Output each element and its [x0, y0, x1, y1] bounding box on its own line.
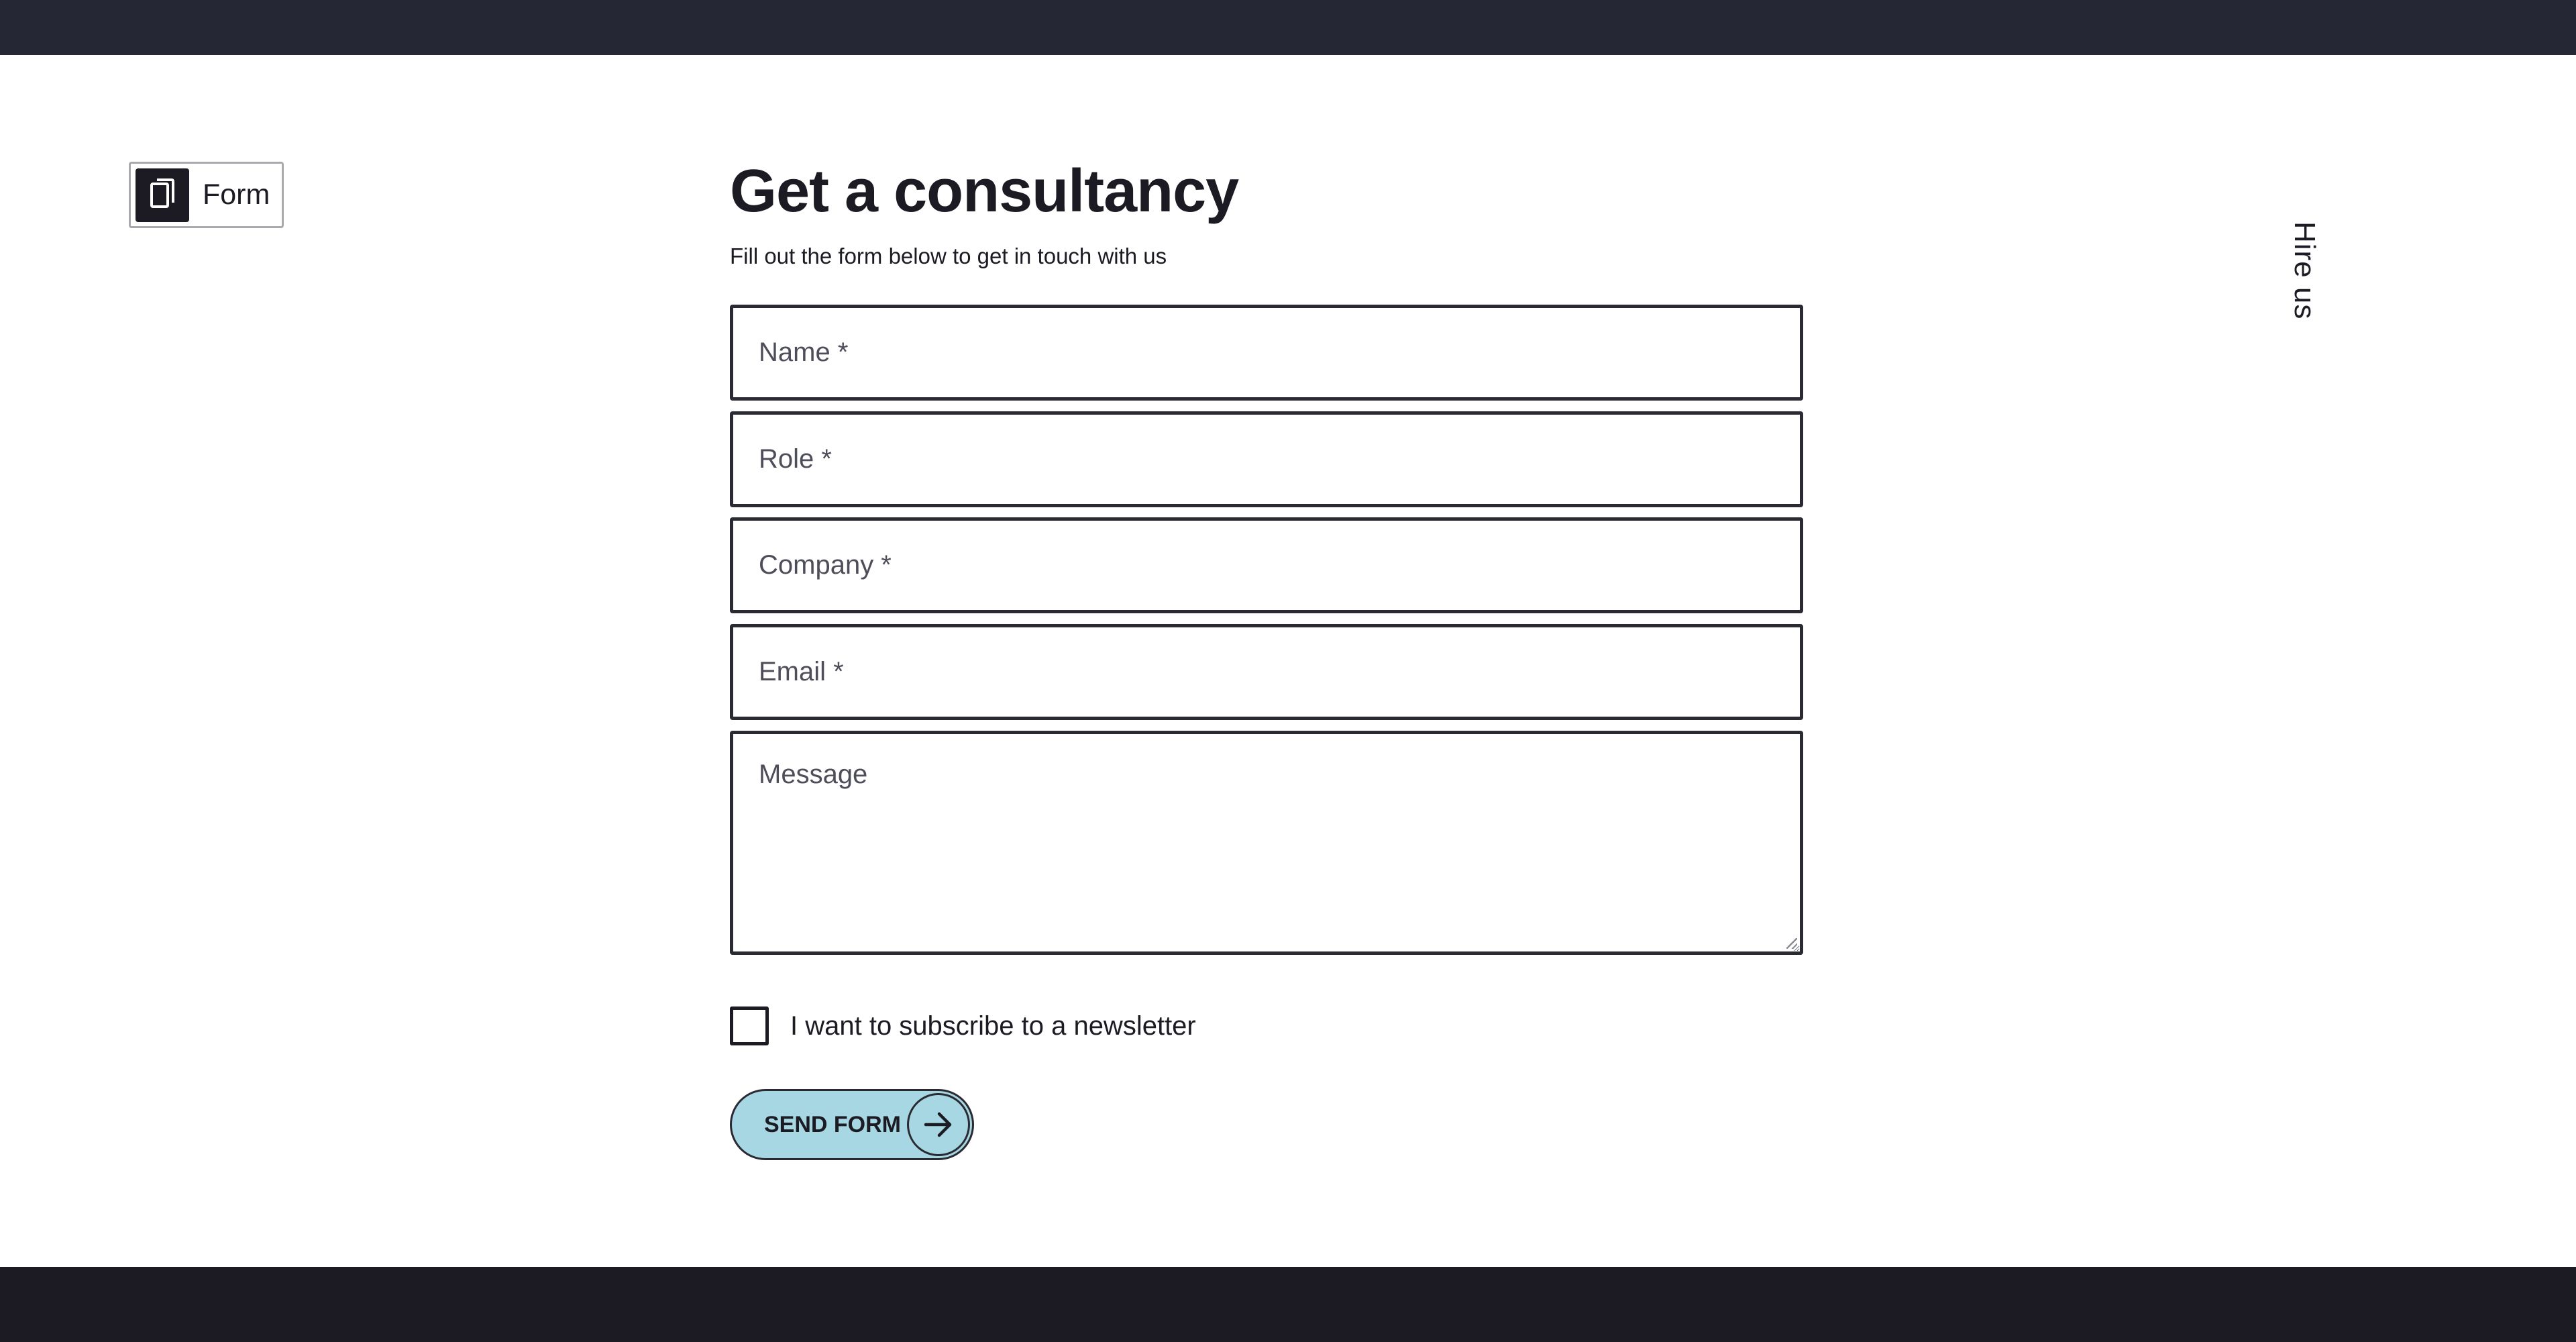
company-input[interactable]: [733, 521, 1800, 610]
newsletter-label: I want to subscribe to a newsletter: [790, 1011, 1196, 1041]
resize-handle[interactable]: [1786, 938, 1797, 949]
newsletter-checkbox[interactable]: [730, 1007, 769, 1045]
consultancy-form: Get a consultancy Fill out the form belo…: [730, 154, 1803, 1160]
role-input[interactable]: [733, 415, 1800, 504]
message-field-wrapper: [730, 731, 1803, 955]
role-field-wrapper: [730, 411, 1803, 507]
email-input[interactable]: [733, 627, 1800, 717]
company-field-wrapper: [730, 517, 1803, 613]
name-input[interactable]: [733, 308, 1800, 397]
hire-us-link[interactable]: Hire us: [2288, 221, 2321, 319]
email-field-wrapper: [730, 624, 1803, 720]
name-field-wrapper: [730, 305, 1803, 401]
message-textarea[interactable]: [733, 734, 1800, 951]
document-copy-icon: [136, 168, 189, 222]
send-form-label: SEND FORM: [764, 1111, 901, 1137]
send-form-button[interactable]: SEND FORM: [730, 1089, 974, 1160]
newsletter-row[interactable]: I want to subscribe to a newsletter: [730, 1007, 1196, 1045]
top-bar: [0, 0, 2576, 55]
form-tag-label: Form: [203, 178, 270, 211]
arrow-right-icon: [907, 1093, 970, 1156]
bottom-bar: [0, 1267, 2576, 1342]
form-tag: Form: [129, 162, 284, 228]
page-subtitle: Fill out the form below to get in touch …: [730, 244, 1167, 268]
page-title: Get a consultancy: [730, 158, 1239, 225]
